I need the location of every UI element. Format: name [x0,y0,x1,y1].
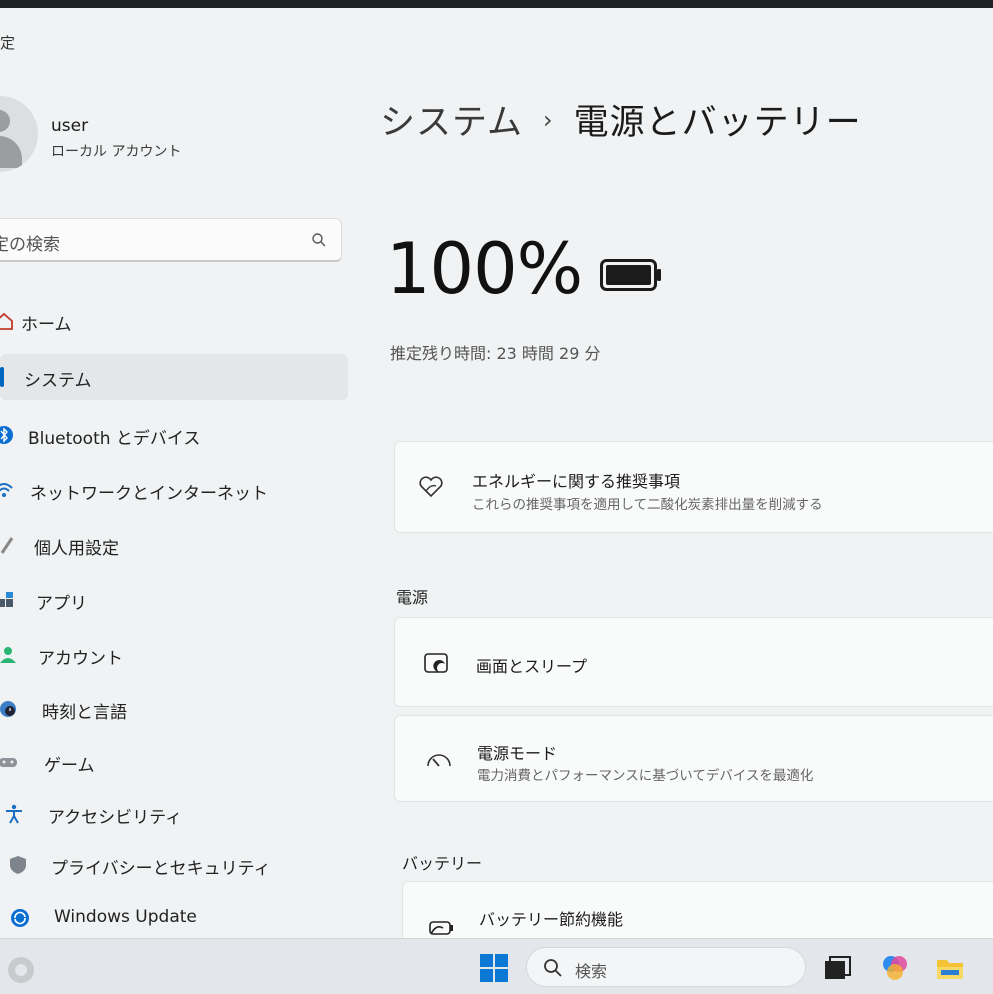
leaf-heart-icon [419,476,443,498]
account-icon [0,647,16,663]
sidebar-item-time-language[interactable]: 時刻と言語 [0,686,348,732]
sidebar-item-label: 個人用設定 [34,539,119,559]
section-title-power: 電源 [396,588,429,607]
sidebar-item-label: アクセシビリティ [48,808,183,828]
battery-percent: 100% [386,228,583,310]
taskbar-search-placeholder: 検索 [575,962,608,981]
windows-start-icon[interactable] [479,953,509,983]
sidebar-item-bluetooth[interactable]: Bluetooth とデバイス [0,412,348,458]
sidebar-item-label: 時刻と言語 [42,703,127,723]
section-title-battery: バッテリー [402,854,483,873]
sidebar-item-label: Bluetooth とデバイス [28,429,201,449]
battery-full-icon [600,259,661,291]
estimated-time-remaining: 推定残り時間: 23 時間 29 分 [390,344,601,363]
sidebar-item-gaming[interactable]: ゲーム [0,739,348,785]
task-view-icon[interactable] [822,953,852,983]
sidebar-item-label: プライバシーとセキュリティ [51,859,271,879]
taskbar: 検索 [0,938,993,994]
search-icon [544,959,562,977]
sidebar-item-windows-update[interactable]: Windows Update [0,895,348,941]
shield-icon [10,856,26,874]
sidebar-item-home[interactable]: ホーム [0,298,348,344]
top-bezel [0,0,993,8]
bluetooth-icon [0,426,13,444]
sidebar-item-apps[interactable]: アプリ [0,577,348,623]
home-icon [0,312,13,330]
sidebar-item-label: アプリ [36,594,87,614]
sidebar-item-label: ゲーム [44,756,95,776]
page-title: 電源とバッテリー [573,103,862,143]
accessibility-icon [6,804,22,824]
account-type: ローカル アカウント [51,144,182,160]
globe-clock-icon [0,701,16,717]
gamepad-icon [0,758,17,767]
settings-search-input[interactable]: 設定の検索 [0,218,342,262]
sidebar-item-label: ネットワークとインターネット [30,484,268,504]
brush-icon [0,537,14,554]
sidebar-item-label: システム [24,371,92,391]
screen-sleep-title: 画面とスリープ [476,657,588,676]
gauge-icon [427,754,451,767]
file-explorer-icon[interactable] [935,953,965,983]
sidebar-item-personalization[interactable]: 個人用設定 [0,522,348,568]
user-name: user [51,116,89,136]
screen-sleep-icon [424,653,448,673]
recommendations-description: これらの推奨事項を適用して二酸化炭素排出量を削減する [472,497,823,513]
battery-saver-title: バッテリー節約機能 [479,910,624,929]
sidebar-item-accounts[interactable]: アカウント [0,632,348,678]
breadcrumb-separator: › [542,106,554,134]
sidebar-item-accessibility[interactable]: アクセシビリティ [0,791,348,837]
search-placeholder: 設定の検索 [0,235,60,255]
sidebar-item-privacy-security[interactable]: プライバシーとセキュリティ [0,842,348,888]
app-title: 設定 [0,34,16,52]
taskbar-search-input[interactable]: 検索 [526,947,806,987]
active-indicator [0,367,4,387]
breadcrumb: システム › 電源とバッテリー [380,94,862,145]
copilot-icon[interactable] [880,953,910,983]
sidebar-item-label: Windows Update [54,907,197,927]
sidebar-item-label: ホーム [21,315,72,335]
breadcrumb-parent[interactable]: システム [380,103,523,143]
widgets-icon[interactable] [8,957,34,983]
avatar[interactable] [0,96,38,172]
network-icon [0,483,13,497]
sidebar-item-system[interactable]: システム [0,354,348,400]
recommendations-title: エネルギーに関する推奨事項 [472,472,681,491]
power-mode-card[interactable]: 電源モード 電力消費とパフォーマンスに基づいてデバイスを最適化 [394,715,993,802]
power-mode-description: 電力消費とパフォーマンスに基づいてデバイスを最適化 [477,768,814,784]
apps-icon [0,592,13,607]
energy-recommendations-card[interactable]: エネルギーに関する推奨事項 これらの推奨事項を適用して二酸化炭素排出量を削減する [394,441,993,533]
sidebar-item-network[interactable]: ネットワークとインターネット [0,467,348,513]
update-icon [11,909,29,927]
search-icon [312,233,326,247]
power-mode-title: 電源モード [477,744,558,763]
sidebar-item-label: アカウント [38,649,123,669]
screen-sleep-card[interactable]: 画面とスリープ [394,617,993,707]
